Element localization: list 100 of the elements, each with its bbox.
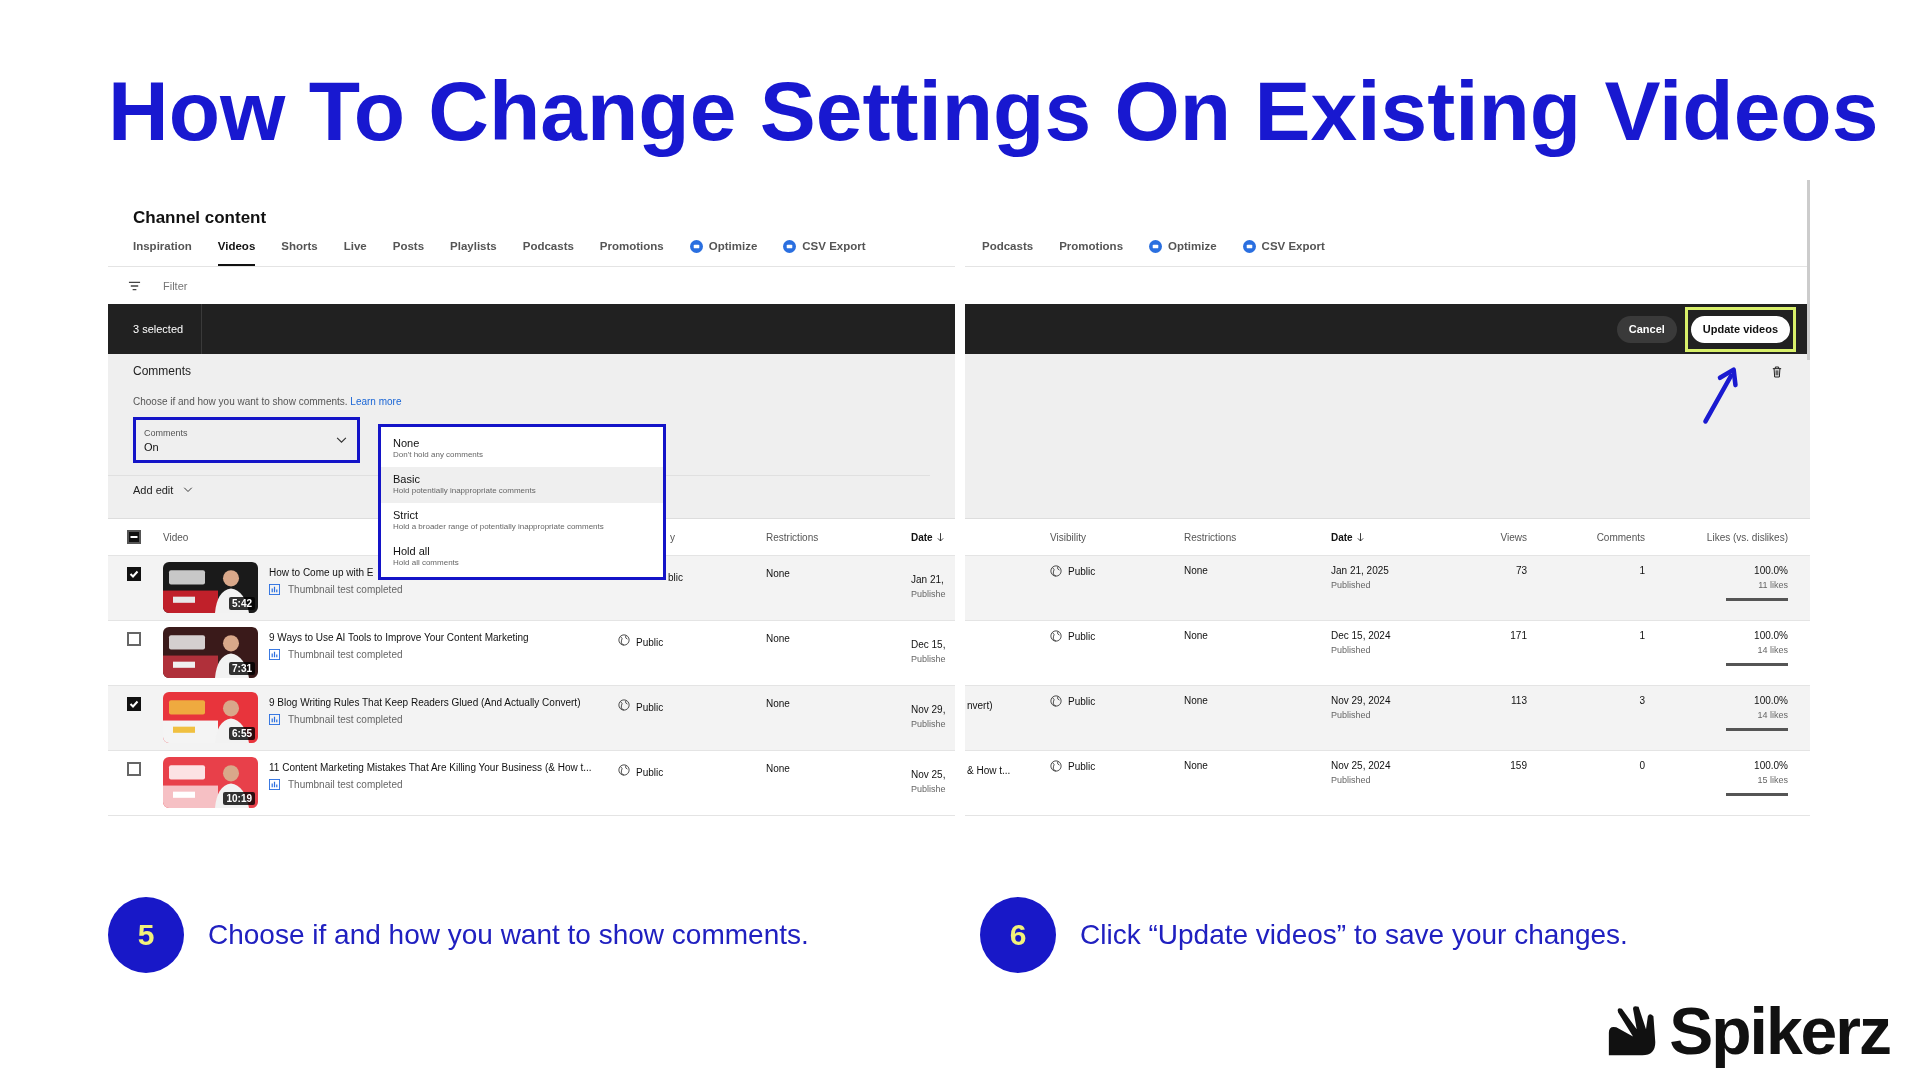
- column-header: y: [669, 531, 676, 543]
- section-description: Choose if and how you want to show comments. Learn more: [133, 396, 402, 407]
- tab[interactable]: Videos: [217, 228, 256, 266]
- restrictions-text: None: [1184, 695, 1209, 706]
- menu-option[interactable]: Basic Hold potentially inappropriate comments: [381, 467, 663, 503]
- duration-badge: 6:55: [229, 727, 255, 740]
- tab[interactable]: CSV Export: [783, 228, 866, 266]
- tab[interactable]: Promotions: [1059, 228, 1124, 266]
- likes-count: 14 likes: [1757, 710, 1788, 720]
- column-header: Restrictions: [1184, 531, 1238, 543]
- scroll-bar[interactable]: [1807, 180, 1810, 360]
- select-all-checkbox[interactable]: [127, 530, 141, 544]
- checkbox[interactable]: [127, 762, 141, 776]
- tab[interactable]: Posts: [392, 228, 425, 266]
- visibility-text: Public: [1068, 760, 1096, 772]
- bar-chart-icon: [269, 779, 280, 790]
- cancel-button[interactable]: Cancel: [1616, 315, 1677, 343]
- tab[interactable]: Playlists: [450, 228, 497, 266]
- video-title[interactable]: & How t...: [967, 765, 1011, 776]
- menu-option[interactable]: Strict Hold a broader range of potentially inappropriate comments: [381, 503, 663, 539]
- tab[interactable]: Podcasts: [522, 228, 574, 266]
- menu-option[interactable]: Hold all Hold all comments: [381, 539, 663, 575]
- checkbox[interactable]: [127, 632, 141, 646]
- restrictions-text: None: [766, 633, 791, 644]
- tab[interactable]: Optimize: [1149, 228, 1217, 266]
- likes-percent: 100.0%: [1754, 565, 1788, 576]
- bar-chart-icon: [269, 714, 280, 725]
- date-text: Nov 29, 2024: [1331, 695, 1392, 706]
- likes-count: 15 likes: [1757, 775, 1788, 785]
- chevron-icon: [336, 436, 347, 444]
- column-header: Visibility: [1050, 531, 1087, 543]
- comments-count: 1: [1638, 565, 1645, 576]
- tab[interactable]: Shorts: [281, 228, 318, 266]
- views-count: 113: [1510, 695, 1527, 706]
- likes-count: 11 likes: [1758, 580, 1788, 590]
- status-text: Thumbnail test completed: [288, 584, 403, 595]
- step-text: Choose if and how you want to show comments.: [208, 919, 809, 951]
- globe-icon: [1050, 695, 1062, 707]
- likes-count: 14 likes: [1757, 645, 1788, 655]
- circle-logo-icon: [1149, 239, 1163, 253]
- likes-bar: [1726, 793, 1788, 796]
- date-status: Published: [1331, 580, 1372, 590]
- likes-percent: 100.0%: [1754, 760, 1788, 771]
- section-label: Comments: [133, 363, 191, 380]
- visibility-text: Public: [636, 637, 664, 648]
- date-status: Published: [1331, 710, 1372, 720]
- restrictions-text: None: [1184, 630, 1209, 641]
- comments-dropdown[interactable]: Comments On: [133, 417, 360, 463]
- filter-icon[interactable]: [128, 280, 141, 291]
- bar-chart-icon: [269, 584, 280, 595]
- visibility-text: Public: [636, 767, 664, 778]
- tab[interactable]: CSV Export: [1242, 228, 1325, 266]
- visibility-text: Public: [636, 702, 664, 713]
- tab[interactable]: Optimize: [689, 228, 758, 266]
- page-heading: Channel content: [133, 208, 267, 228]
- menu-option[interactable]: None Don't hold any comments: [381, 431, 663, 467]
- learn-more-link[interactable]: Learn more: [350, 396, 402, 407]
- circle-logo-icon: [689, 239, 703, 253]
- tab[interactable]: Inspiration: [133, 228, 192, 266]
- column-header: Likes (vs. dislikes): [1705, 531, 1788, 543]
- chevron-icon: [183, 487, 194, 493]
- globe-icon: [1050, 630, 1062, 642]
- video-title[interactable]: 11 Content Marketing Mistakes That Are Killing Your Business (& How t...: [269, 762, 618, 773]
- tab[interactable]: Promotions: [599, 228, 664, 266]
- circle-logo-icon: [1242, 239, 1256, 253]
- checkbox[interactable]: [127, 697, 141, 711]
- views-count: 73: [1514, 565, 1527, 576]
- sort-arrow-icon: [1356, 532, 1364, 542]
- logo-text: Spikerz: [1669, 993, 1890, 1069]
- likes-bar: [1726, 663, 1788, 666]
- column-header: Restrictions: [766, 531, 820, 543]
- tab[interactable]: Podcasts: [982, 228, 1034, 266]
- filter-field[interactable]: Filter: [161, 278, 285, 293]
- column-header[interactable]: Date: [911, 531, 955, 543]
- comments-count: 3: [1638, 695, 1645, 706]
- date-status: Published: [1331, 645, 1372, 655]
- date-status: Publishe: [911, 589, 947, 599]
- duration-badge: 5:42: [229, 597, 255, 610]
- date-status: Publishe: [911, 784, 947, 794]
- duration-badge: 10:19: [223, 792, 255, 805]
- globe-icon: [618, 763, 630, 776]
- video-title[interactable]: 9 Blog Writing Rules That Keep Readers Glued (And Actually Convert): [269, 697, 618, 708]
- restrictions-text: None: [766, 763, 791, 774]
- globe-icon: [1050, 565, 1062, 577]
- trash-icon[interactable]: [1772, 366, 1782, 378]
- video-title[interactable]: nvert): [967, 700, 993, 711]
- column-header: Comments: [1595, 531, 1645, 543]
- comments-count: 1: [1638, 630, 1645, 641]
- add-edit-button[interactable]: Add edit: [133, 484, 194, 496]
- date-status: Published: [1331, 775, 1372, 785]
- video-title[interactable]: 9 Ways to Use AI Tools to Improve Your Content Marketing: [269, 632, 618, 643]
- visibility-text: Public: [1068, 565, 1096, 577]
- column-header[interactable]: Date: [1331, 531, 1455, 543]
- checkbox[interactable]: [127, 567, 141, 581]
- update-videos-button[interactable]: Update videos: [1690, 315, 1790, 343]
- restrictions-text: None: [1184, 760, 1209, 771]
- sort-arrow-icon: [936, 532, 944, 542]
- step-number: 6: [980, 897, 1056, 973]
- status-text: Thumbnail test completed: [288, 649, 403, 660]
- tab[interactable]: Live: [343, 228, 367, 266]
